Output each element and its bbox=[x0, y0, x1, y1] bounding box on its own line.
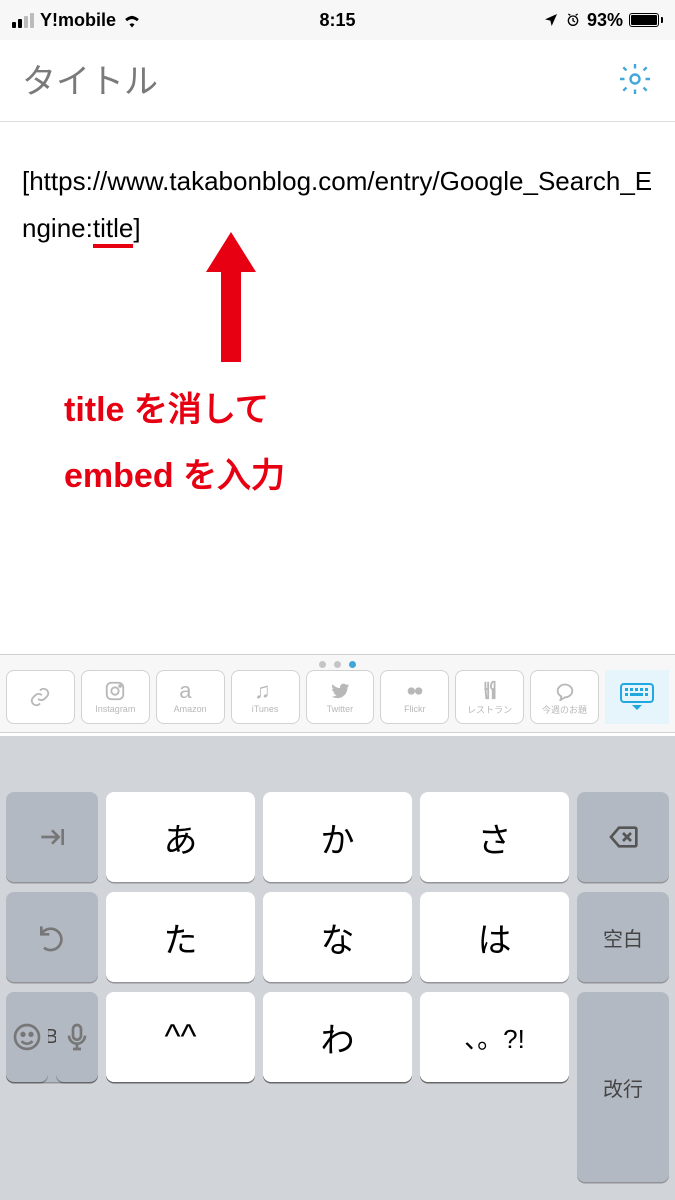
status-right: 93% bbox=[543, 10, 663, 31]
key-ta[interactable]: た bbox=[106, 892, 255, 982]
tool-restaurant[interactable]: レストラン bbox=[455, 670, 524, 724]
tool-instagram[interactable]: Instagram bbox=[81, 670, 150, 724]
itunes-icon: ♫ bbox=[254, 680, 276, 702]
key-na[interactable]: な bbox=[263, 892, 412, 982]
insert-toolbar: Instagram a Amazon ♫ iTunes Twitter Flic… bbox=[0, 654, 675, 733]
tool-label: Instagram bbox=[95, 704, 135, 714]
status-left: Y!mobile bbox=[12, 10, 142, 31]
battery-pct: 93% bbox=[587, 10, 623, 31]
tool-label: Flickr bbox=[404, 704, 426, 714]
tool-label: Amazon bbox=[174, 704, 207, 714]
flickr-icon bbox=[404, 680, 426, 702]
key-mic[interactable] bbox=[56, 992, 98, 1082]
key-space[interactable]: 空白 bbox=[577, 892, 669, 982]
title-input[interactable]: タイトル bbox=[22, 54, 158, 103]
link-text-after: ] bbox=[133, 213, 140, 243]
annotation-line1: title を消して bbox=[64, 382, 269, 431]
header: タイトル bbox=[0, 40, 675, 122]
mic-icon bbox=[61, 1021, 93, 1053]
signal-icon bbox=[12, 13, 34, 28]
emoji-icon bbox=[11, 1021, 43, 1053]
link-icon bbox=[29, 686, 51, 708]
key-undo[interactable] bbox=[6, 892, 98, 982]
key-backspace[interactable] bbox=[577, 792, 669, 882]
tool-amazon[interactable]: a Amazon bbox=[156, 670, 225, 724]
tool-flickr[interactable]: Flickr bbox=[380, 670, 449, 724]
key-sa[interactable]: さ bbox=[420, 792, 569, 882]
arrow-right-line-icon bbox=[36, 821, 68, 853]
tool-label: 今週のお題 bbox=[542, 703, 587, 716]
tool-label: Twitter bbox=[327, 704, 354, 714]
wifi-icon bbox=[122, 12, 142, 28]
annotation-line2: embed を入力 bbox=[64, 448, 285, 497]
tool-link[interactable] bbox=[6, 670, 75, 724]
battery-icon bbox=[629, 13, 663, 27]
gear-icon[interactable] bbox=[617, 61, 653, 97]
key-emoji[interactable] bbox=[6, 992, 48, 1082]
key-ha[interactable]: は bbox=[420, 892, 569, 982]
location-icon bbox=[543, 12, 559, 28]
alarm-icon bbox=[565, 12, 581, 28]
key-punct[interactable]: 、。?! bbox=[420, 992, 569, 1082]
tool-odai[interactable]: 今週のお題 bbox=[530, 670, 599, 724]
keyboard-icon bbox=[620, 683, 654, 711]
restaurant-icon bbox=[479, 679, 501, 701]
tool-label: iTunes bbox=[252, 704, 279, 714]
twitter-icon bbox=[329, 680, 351, 702]
status-bar: Y!mobile 8:15 93% bbox=[0, 0, 675, 40]
link-title-highlight: title bbox=[93, 213, 133, 248]
editor-content[interactable]: [https://www.takabonblog.com/entry/Googl… bbox=[0, 122, 675, 252]
status-time: 8:15 bbox=[319, 10, 355, 31]
key-wa[interactable]: わ bbox=[263, 992, 412, 1082]
page-dots bbox=[0, 655, 675, 670]
key-a[interactable]: あ bbox=[106, 792, 255, 882]
tool-label: レストラン bbox=[467, 703, 512, 716]
tool-keyboard-toggle[interactable] bbox=[605, 670, 669, 724]
tool-itunes[interactable]: ♫ iTunes bbox=[231, 670, 300, 724]
undo-icon bbox=[36, 921, 68, 953]
backspace-icon bbox=[607, 821, 639, 853]
carrier-label: Y!mobile bbox=[40, 10, 116, 31]
keyboard: あ か さ た な は 空白 ABC ま や ら 改行 ^^ わ 、。?! bbox=[0, 736, 675, 1200]
amazon-icon: a bbox=[179, 680, 201, 702]
key-ka[interactable]: か bbox=[263, 792, 412, 882]
key-tab[interactable] bbox=[6, 792, 98, 882]
key-small[interactable]: ^^ bbox=[106, 992, 255, 1082]
odai-icon bbox=[554, 679, 576, 701]
tool-twitter[interactable]: Twitter bbox=[306, 670, 375, 724]
content-text[interactable]: [https://www.takabonblog.com/entry/Googl… bbox=[22, 158, 653, 252]
instagram-icon bbox=[104, 680, 126, 702]
